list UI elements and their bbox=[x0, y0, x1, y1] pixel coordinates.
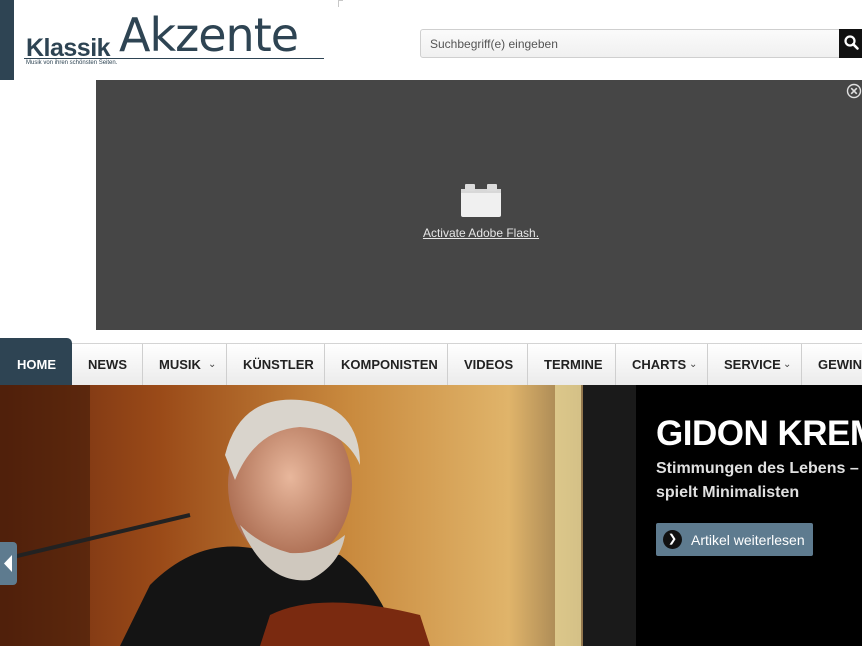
nav-item-label: MUSIK bbox=[159, 357, 201, 372]
search-button[interactable] bbox=[839, 29, 862, 58]
nav-item-label: TERMINE bbox=[544, 357, 603, 372]
hero-subtitle: Stimmungen des Lebens – spielt Minimalis… bbox=[656, 457, 862, 505]
site-logo[interactable]: Klassik Akzente Musik von ihren schönste… bbox=[24, 8, 326, 72]
logo-text-akzente: Akzente bbox=[119, 8, 299, 62]
nav-item-musik[interactable]: MUSIK ⌄ bbox=[143, 344, 227, 385]
chevron-down-icon: ⌄ bbox=[783, 359, 792, 370]
activate-flash-link[interactable]: Activate Adobe Flash. bbox=[96, 226, 862, 240]
hero-subtitle-line1: Stimmungen des Lebens – bbox=[656, 460, 859, 477]
slider-prev-button[interactable] bbox=[0, 542, 17, 585]
nav-item-news[interactable]: NEWS bbox=[72, 344, 143, 385]
logo-underline bbox=[24, 58, 324, 59]
nav-item-label: CHARTS bbox=[632, 357, 687, 372]
main-nav: NEWS MUSIK ⌄ KÜNSTLER KOMPONISTEN VIDEOS… bbox=[0, 343, 862, 385]
logo-side-bar bbox=[0, 0, 14, 80]
hero-title: GIDON KREM bbox=[656, 414, 862, 453]
corner-mark bbox=[338, 0, 343, 7]
read-more-label: Artikel weiterlesen bbox=[691, 532, 805, 548]
nav-item-label: KÜNSTLER bbox=[243, 357, 314, 372]
nav-item-gewinnspiele[interactable]: GEWINN bbox=[802, 344, 862, 385]
nav-item-label: SERVICE bbox=[724, 357, 781, 372]
nav-item-videos[interactable]: VIDEOS bbox=[448, 344, 528, 385]
nav-item-kuenstler[interactable]: KÜNSTLER bbox=[227, 344, 325, 385]
chevron-right-icon: ❯ bbox=[663, 530, 682, 549]
nav-item-label: KOMPONISTEN bbox=[341, 357, 438, 372]
nav-item-komponisten[interactable]: KOMPONISTEN bbox=[325, 344, 448, 385]
search-input[interactable]: Suchbegriff(e) eingeben bbox=[420, 29, 841, 58]
nav-item-label: GEWINN bbox=[818, 357, 862, 372]
chevron-down-icon: ⌄ bbox=[208, 359, 217, 370]
search-form: Suchbegriff(e) eingeben bbox=[420, 29, 862, 58]
nav-item-label: HOME bbox=[17, 357, 56, 372]
nav-item-label: NEWS bbox=[88, 357, 127, 372]
hero-image[interactable] bbox=[0, 385, 636, 646]
read-more-button[interactable]: ❯ Artikel weiterlesen bbox=[656, 523, 813, 556]
nav-item-termine[interactable]: TERMINE bbox=[528, 344, 616, 385]
nav-item-charts[interactable]: CHARTS ⌄ bbox=[616, 344, 708, 385]
search-icon bbox=[844, 35, 859, 50]
nav-item-service[interactable]: SERVICE ⌄ bbox=[708, 344, 802, 385]
plugin-brick-icon[interactable] bbox=[460, 183, 502, 217]
nav-item-home[interactable]: HOME bbox=[0, 338, 72, 385]
hero-slider: GIDON KREM Stimmungen des Lebens – spiel… bbox=[0, 385, 862, 646]
logo-tagline: Musik von ihren schönsten Seiten. bbox=[26, 60, 118, 66]
nav-item-label: VIDEOS bbox=[464, 357, 514, 372]
search-placeholder: Suchbegriff(e) eingeben bbox=[430, 37, 558, 51]
close-circle-icon[interactable] bbox=[846, 83, 862, 99]
hero-subtitle-line2: spielt Minimalisten bbox=[656, 484, 800, 501]
chevron-down-icon: ⌄ bbox=[689, 359, 698, 370]
arrow-left-icon bbox=[4, 555, 12, 572]
